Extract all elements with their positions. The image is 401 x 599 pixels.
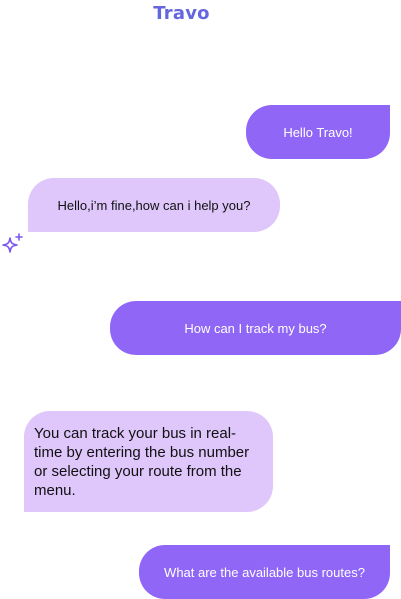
message-text: What are the available bus routes? bbox=[164, 564, 365, 580]
user-message-bubble: How can I track my bus? bbox=[110, 301, 401, 355]
user-message-bubble: What are the available bus routes? bbox=[139, 545, 390, 599]
bot-message-bubble: You can track your bus in real-time by e… bbox=[24, 411, 273, 512]
sparkle-icon bbox=[2, 233, 23, 253]
bot-message-bubble: Hello,i’m fine,how can i help you? bbox=[28, 178, 280, 232]
message-text: Hello,i’m fine,how can i help you? bbox=[57, 197, 251, 213]
message-text: Hello Travo! bbox=[283, 124, 353, 140]
message-text: You can track your bus in real-time by e… bbox=[34, 424, 250, 499]
message-text: How can I track my bus? bbox=[184, 320, 327, 336]
user-message-bubble: Hello Travo! bbox=[246, 105, 390, 159]
app-title: Travo bbox=[153, 3, 210, 24]
